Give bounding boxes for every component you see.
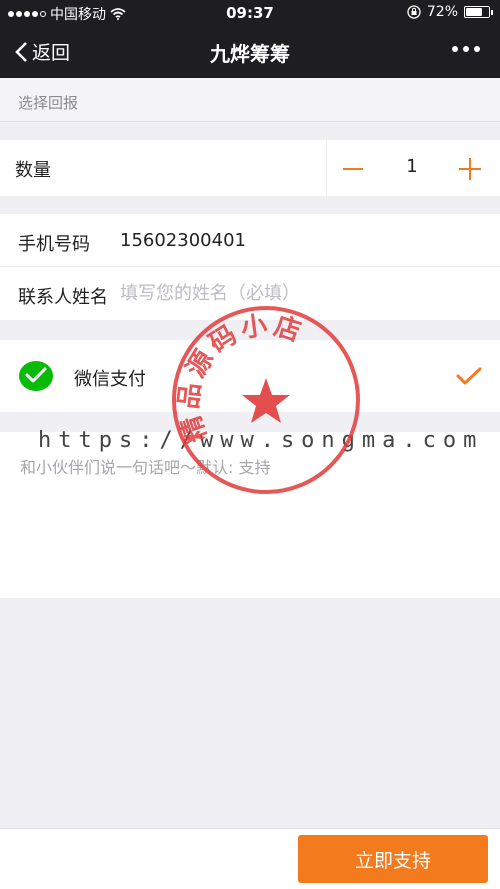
- payment-label: 微信支付: [74, 369, 146, 390]
- quantity-stepper: 1: [326, 140, 500, 196]
- status-right: 72%: [407, 4, 493, 20]
- more-icon[interactable]: [452, 46, 480, 52]
- name-row: 联系人姓名: [0, 267, 500, 320]
- support-button[interactable]: 立即支持: [298, 835, 488, 883]
- quantity-value: 1: [406, 156, 418, 177]
- contact-form: 手机号码 15602300401 联系人姓名: [0, 214, 500, 320]
- message-area: [0, 432, 500, 598]
- bottom-bar: 立即支持: [0, 828, 500, 889]
- wechat-pay-icon: [19, 361, 53, 391]
- nav-bar: 返回 九烨筹筹: [0, 26, 500, 78]
- quantity-row: 数量 1: [0, 140, 500, 196]
- checkmark-icon: [456, 367, 482, 385]
- page-title: 九烨筹筹: [210, 42, 290, 66]
- battery-percent: 72%: [426, 4, 458, 20]
- phone-label: 手机号码: [18, 234, 90, 255]
- status-bar: 中国移动 09:37 72%: [0, 0, 500, 26]
- message-input[interactable]: [20, 454, 480, 574]
- watermark-url: https://www.songma.com: [38, 428, 484, 453]
- section-header: 选择回报: [0, 78, 500, 122]
- name-label: 联系人姓名: [18, 287, 108, 308]
- phone-field[interactable]: 15602300401: [120, 230, 480, 251]
- quantity-label: 数量: [15, 160, 51, 181]
- minus-button[interactable]: [343, 168, 363, 170]
- name-field[interactable]: [120, 283, 480, 304]
- phone-row: 手机号码 15602300401: [0, 214, 500, 267]
- rotation-lock-icon: [407, 5, 421, 19]
- payment-option-wechat[interactable]: 微信支付: [0, 340, 500, 412]
- plus-button[interactable]: [459, 158, 481, 180]
- battery-icon: [464, 6, 493, 18]
